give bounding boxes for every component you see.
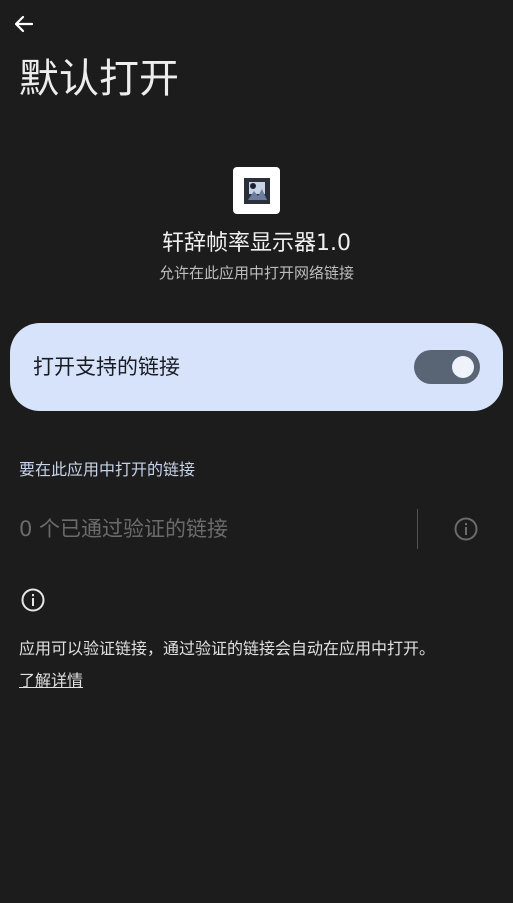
verified-links-count: 0 个已通过验证的链接 [19,517,229,541]
divider [417,509,418,549]
app-subtitle: 允许在此应用中打开网络链接 [158,264,354,282]
switch-knob [452,356,474,378]
app-name: 轩辞帧率显示器1.0 [162,231,351,256]
arrow-left-icon [14,15,34,33]
verification-description: 应用可以验证链接，通过验证的链接会自动在应用中打开。 [19,639,436,658]
links-section-heading: 要在此应用中打开的链接 [19,460,196,479]
open-supported-links-switch[interactable] [414,350,480,384]
app-icon [233,167,280,214]
info-icon [20,587,46,613]
links-info-button[interactable] [453,516,479,542]
verified-links-row: 0 个已通过验证的链接 [0,505,513,553]
learn-more-link[interactable]: 了解详情 [19,670,83,692]
open-supported-links-row[interactable]: 打开支持的链接 [10,323,503,411]
back-button[interactable] [10,10,38,38]
open-supported-links-label: 打开支持的链接 [33,355,180,379]
page-title: 默认打开 [19,56,179,102]
info-icon [454,517,478,541]
